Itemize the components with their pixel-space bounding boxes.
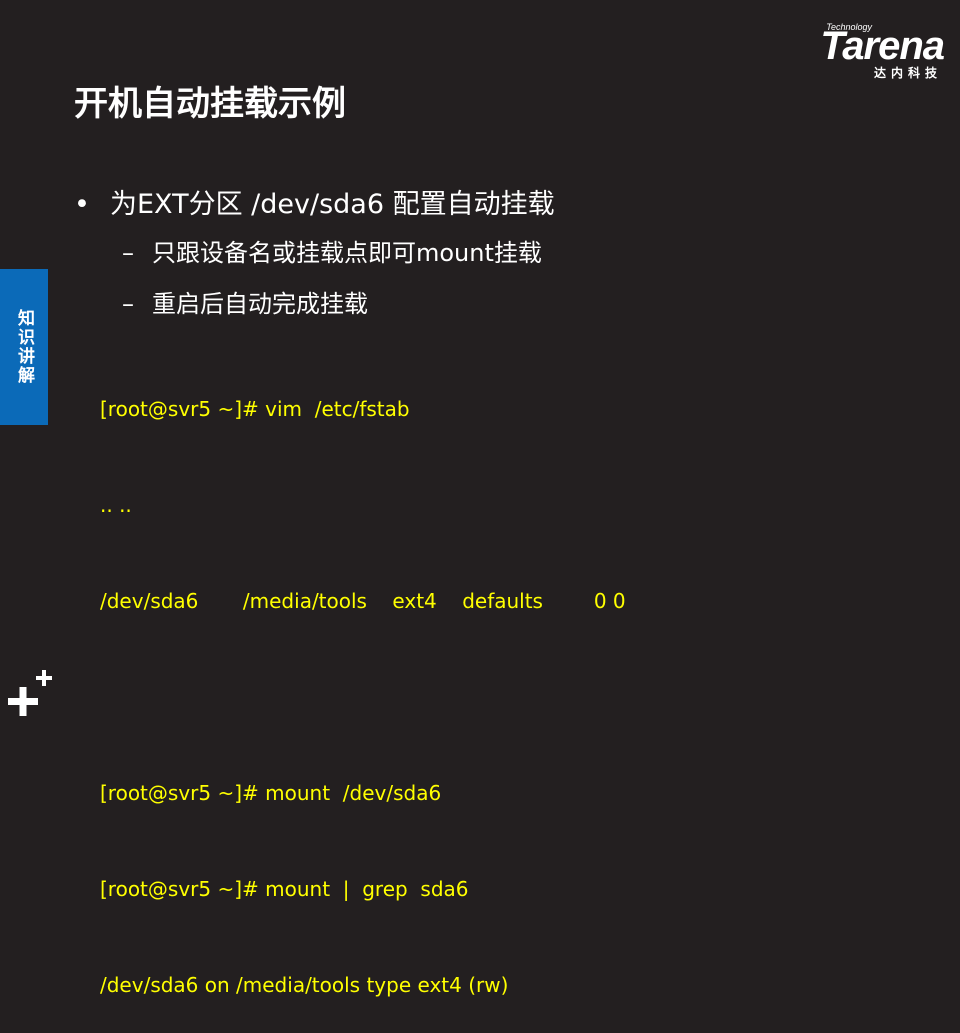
- code-line: [root@svr5 ~]# mount /dev/sda6: [100, 781, 442, 805]
- code-line: /dev/sda6 on /media/tools type ext4 (rw): [100, 973, 509, 997]
- sub-bullet-marker: –: [122, 290, 134, 318]
- tarena-logo: Technology Tarena 达内科技: [774, 22, 945, 82]
- bullet-text: 为EXT分区 /dev/sda6 配置自动挂载: [110, 189, 555, 220]
- code-line: [root@svr5 ~]# mount | grep sda6: [100, 877, 469, 901]
- side-tab-label: 知识讲解: [14, 309, 34, 385]
- slide-title: 开机自动挂载示例: [74, 84, 346, 124]
- code-line: /dev/sda6 /media/tools ext4 defaults 0 0: [100, 589, 626, 613]
- code-block: [root@svr5 ~]# vim /etc/fstab .. .. /dev…: [100, 329, 626, 1033]
- code-line: [root@svr5 ~]# vim /etc/fstab: [100, 397, 410, 421]
- sub-bullet-marker: –: [122, 239, 134, 267]
- side-tab: 知识讲解: [0, 269, 48, 425]
- plus-icon: [8, 670, 52, 716]
- logo-chinese-text: 达内科技: [873, 66, 942, 80]
- code-line: .. ..: [100, 493, 132, 517]
- sub-bullet-text: 重启后自动完成挂载: [152, 290, 368, 318]
- sub-bullet-item: – 只跟设备名或挂载点即可mount挂载: [122, 233, 542, 268]
- sub-bullet-item: – 重启后自动完成挂载: [122, 284, 368, 319]
- bullet-marker: •: [74, 189, 90, 220]
- logo-brand-text: Tarena: [820, 24, 945, 68]
- sub-bullet-text: 只跟设备名或挂载点即可mount挂载: [152, 239, 542, 267]
- bullet-item: • 为EXT分区 /dev/sda6 配置自动挂载: [74, 182, 555, 221]
